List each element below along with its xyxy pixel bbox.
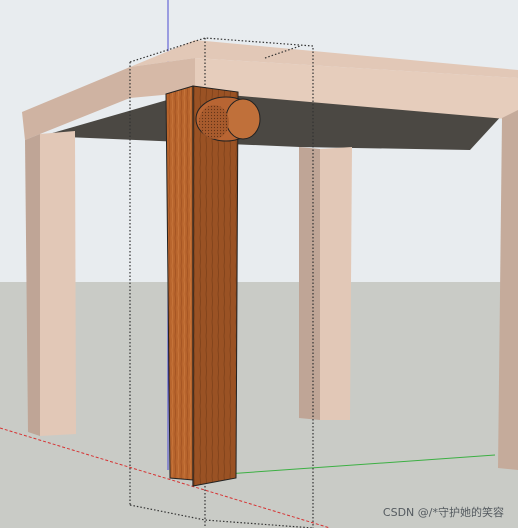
3d-model-canvas[interactable] bbox=[0, 0, 518, 528]
table-leg-left-side bbox=[40, 131, 76, 436]
ground-plane bbox=[0, 282, 518, 528]
round-tenon-shaded bbox=[199, 105, 229, 139]
wooden-leg-side-face[interactable] bbox=[192, 85, 239, 487]
round-tenon-end[interactable] bbox=[225, 98, 261, 140]
wooden-leg-front-face[interactable] bbox=[165, 85, 194, 481]
table-leg-middle-side bbox=[320, 147, 352, 420]
sketchup-viewport[interactable]: CSDN @/*守护她的笑容 bbox=[0, 0, 518, 528]
watermark-text: CSDN @/*守护她的笑容 bbox=[382, 506, 504, 519]
table-leg-middle-front bbox=[299, 147, 320, 420]
